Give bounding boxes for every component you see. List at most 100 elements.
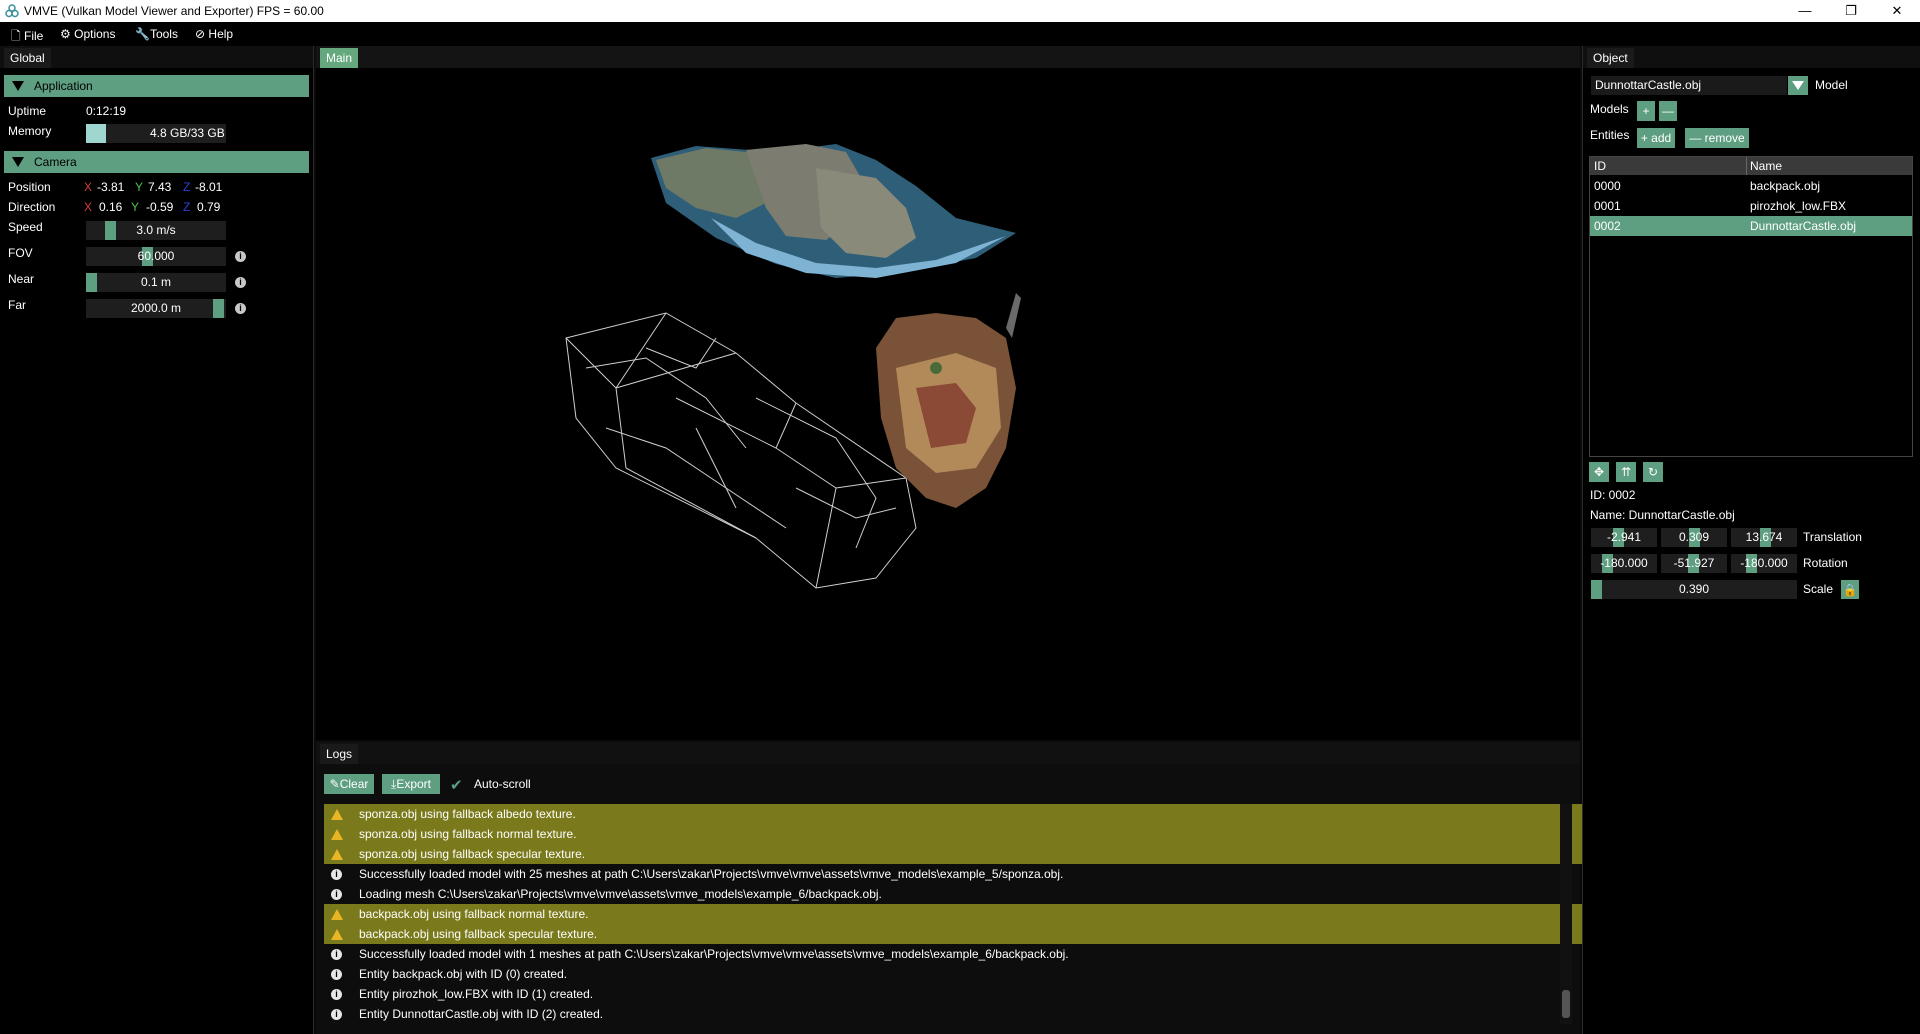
clear-button-label: Clear (339, 777, 369, 791)
memory-progress-fill (86, 124, 107, 143)
minimize-button[interactable]: — (1782, 0, 1828, 22)
close-button[interactable]: ✕ (1874, 0, 1920, 22)
scale-label: Scale (1803, 582, 1834, 596)
maximize-button[interactable]: ❐ (1828, 0, 1874, 22)
translation-label: Translation (1803, 530, 1862, 544)
model-select[interactable]: DunnottarCastle.obj (1591, 76, 1787, 95)
rotation-label: Rotation (1803, 556, 1848, 570)
clear-button[interactable]: ✎Clear (324, 774, 374, 794)
scale-slider[interactable]: 0.390 (1591, 580, 1797, 599)
scale-value: 0.390 (1678, 582, 1710, 596)
menu-file-label: File (24, 29, 44, 43)
fov-value: 60.000 (137, 249, 175, 263)
remove-entity-button[interactable]: — remove (1685, 128, 1749, 148)
translate-gizmo-button[interactable]: ✥ (1589, 462, 1609, 482)
menu-tools[interactable]: 🔧Tools (135, 27, 178, 41)
scale-gizmo-button[interactable]: ↻ (1643, 462, 1663, 482)
log-list: sponza.obj using fallback albedo texture… (316, 804, 1872, 1032)
info-icon: i (331, 989, 342, 1000)
table-row[interactable]: 0000 backpack.obj (1590, 176, 1912, 196)
table-header-id[interactable]: ID (1594, 159, 1606, 173)
window-title: VMVE (Vulkan Model Viewer and Exporter) … (24, 4, 324, 18)
uptime-label: Uptime (8, 104, 47, 118)
direction-label: Direction (8, 200, 56, 214)
menu-options[interactable]: ⚙ Options (60, 27, 115, 41)
translation-y: 0.309 (1678, 530, 1710, 544)
info-icon: i (331, 1009, 342, 1020)
model-select-value: DunnottarCastle.obj (1595, 78, 1702, 92)
translation-z-field[interactable]: 13.674 (1731, 528, 1797, 547)
add-entity-button[interactable]: + add (1637, 128, 1675, 148)
log-entry-text: sponza.obj using fallback normal texture… (359, 827, 577, 841)
table-row-selected[interactable]: 0002 DunnottarCastle.obj (1590, 216, 1912, 236)
table-header-name[interactable]: Name (1750, 159, 1782, 173)
log-entry-text: backpack.obj using fallback specular tex… (359, 927, 598, 941)
slider-grab[interactable] (213, 299, 224, 318)
log-scrollbar[interactable] (1560, 804, 1572, 1024)
slider-grab[interactable] (86, 273, 97, 292)
camera-header[interactable]: Camera (4, 151, 309, 173)
lock-icon: 🔒 (1842, 583, 1858, 597)
rotation-x-field[interactable]: -180.000 (1591, 554, 1657, 573)
menu-file[interactable]: 🗋 File (11, 27, 43, 48)
tab-object[interactable]: Object (1587, 48, 1634, 68)
collapse-triangle-icon (12, 81, 24, 91)
logs-tabstrip: Logs (316, 742, 1580, 764)
collapse-triangle-icon (12, 157, 24, 167)
model-dropdown-button[interactable] (1788, 76, 1808, 95)
far-value: 2000.0 m (130, 301, 182, 315)
title-bar: VMVE (Vulkan Model Viewer and Exporter) … (0, 0, 1920, 22)
near-slider[interactable]: 0.1 m (86, 273, 226, 292)
rotate-gizmo-button[interactable]: ⇈ (1616, 462, 1636, 482)
warning-icon (331, 829, 343, 840)
column-divider[interactable] (1746, 157, 1747, 175)
speed-slider[interactable]: 3.0 m/s (86, 221, 226, 240)
object-tabstrip: Object (1583, 46, 1920, 68)
castle-island-model (651, 144, 1016, 278)
translation-x-field[interactable]: -2.941 (1591, 528, 1657, 547)
warning-icon (331, 849, 343, 860)
models-remove-button[interactable]: — (1659, 101, 1677, 121)
translation-y-field[interactable]: 0.309 (1661, 528, 1727, 547)
info-icon[interactable]: i (235, 251, 246, 262)
info-icon[interactable]: i (235, 303, 246, 314)
axis-x-label: X (84, 180, 93, 194)
table-row[interactable]: 0001 pirozhok_low.FBX (1590, 196, 1912, 216)
warning-icon (331, 909, 343, 920)
autoscroll-check-icon[interactable]: ✔ (450, 776, 463, 794)
rotation-z-field[interactable]: -180.000 (1731, 554, 1797, 573)
tab-logs[interactable]: Logs (320, 744, 359, 764)
fov-slider[interactable]: 60.000 (86, 247, 226, 266)
log-entry-text: Loading mesh C:\Users\zakar\Projects\vmv… (359, 887, 882, 901)
car-wireframe-model (565, 312, 917, 589)
far-slider[interactable]: 2000.0 m (86, 299, 226, 318)
info-icon: i (331, 949, 342, 960)
pin-icon: ⇈ (1620, 465, 1632, 479)
scrollbar-thumb[interactable] (1562, 990, 1570, 1018)
speed-value: 3.0 m/s (136, 223, 176, 237)
scale-lock-button[interactable]: 🔒 (1841, 580, 1859, 599)
speed-label: Speed (8, 220, 43, 234)
log-entry-text: Successfully loaded model with 25 meshes… (359, 867, 1064, 881)
application-header[interactable]: Application (4, 75, 309, 97)
export-button-label: Export (396, 777, 431, 791)
global-panel: Global Application Uptime 0:12:19 Memory… (0, 46, 314, 1034)
selected-entity-name: Name: DunnottarCastle.obj (1590, 508, 1735, 522)
row-name: DunnottarCastle.obj (1750, 219, 1857, 233)
translation-z: 13.674 (1745, 530, 1783, 544)
info-icon[interactable]: i (235, 277, 246, 288)
move-icon: ✥ (1593, 465, 1605, 479)
near-value: 0.1 m (140, 275, 171, 289)
tab-global[interactable]: Global (4, 48, 51, 68)
menu-help[interactable]: ⊘ Help (195, 27, 233, 41)
viewport-3d[interactable] (316, 68, 1580, 740)
export-button[interactable]: ⤓Export (382, 774, 440, 794)
rotation-y-field[interactable]: -51.927 (1661, 554, 1727, 573)
slider-grab[interactable] (1591, 580, 1602, 599)
tab-main[interactable]: Main (320, 48, 359, 68)
models-add-button[interactable]: + (1637, 101, 1655, 121)
fov-label: FOV (8, 246, 33, 260)
far-label: Far (8, 298, 26, 312)
axis-y-label: Y (135, 180, 144, 194)
slider-grab[interactable] (105, 221, 116, 240)
